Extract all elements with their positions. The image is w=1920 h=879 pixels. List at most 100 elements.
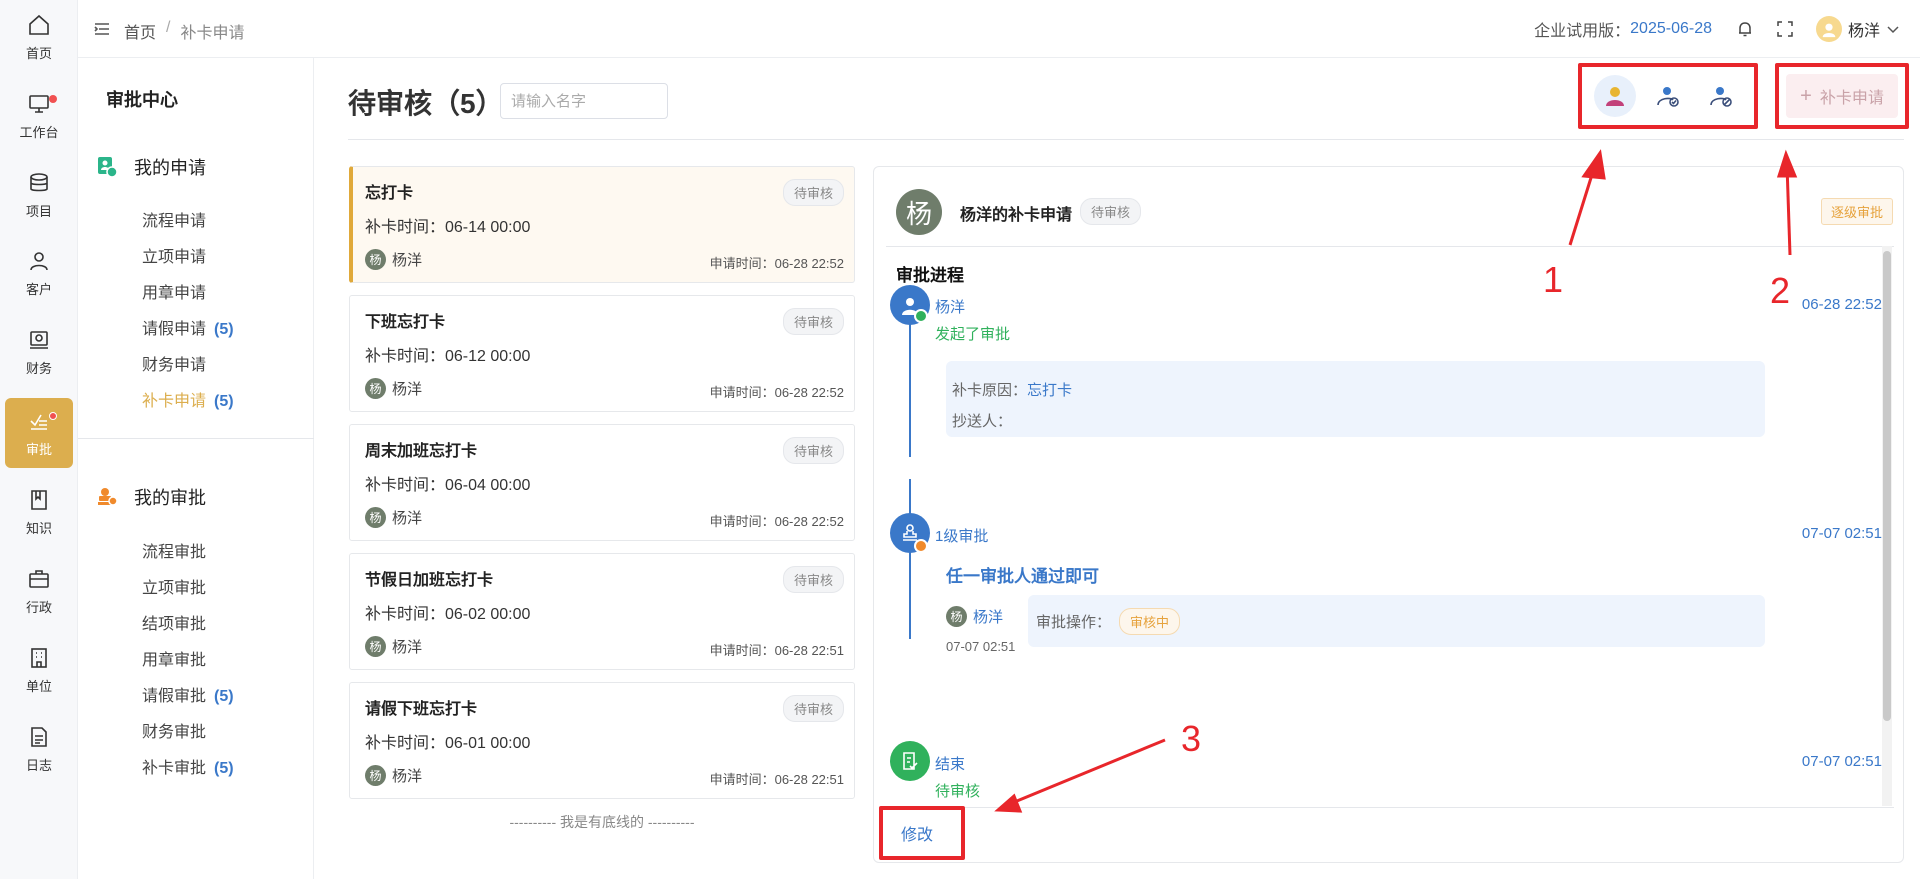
nav-makeup-approval[interactable]: 补卡审批 (5) xyxy=(142,754,234,778)
approval-mode-tag: 逐级审批 xyxy=(1820,198,1893,225)
rail-item-project[interactable]: 项目 xyxy=(5,160,73,230)
progress-title: 审批进程 xyxy=(896,266,964,285)
finance-icon xyxy=(30,330,48,349)
breadcrumb: 首页 / 补卡申请 xyxy=(124,19,244,43)
rail-label: 日志 xyxy=(25,757,52,773)
status-badge: 待审核 xyxy=(782,566,844,593)
end-time: 07-07 02:51 xyxy=(1801,753,1882,770)
nav-finance-application[interactable]: 财务申请 xyxy=(142,351,206,375)
user-icon xyxy=(30,251,48,270)
nav-closing-approval[interactable]: 结项审批 xyxy=(142,610,206,634)
nav-label: 财务审批 xyxy=(142,724,207,741)
breadcrumb-home[interactable]: 首页 xyxy=(124,19,156,43)
nav-project-application[interactable]: 立项申请 xyxy=(142,243,206,267)
cc-label: 抄送人： xyxy=(952,413,1013,430)
nav-finance-approval[interactable]: 财务审批 xyxy=(142,718,206,742)
status-badge: 待审核 xyxy=(1080,198,1142,225)
nav-label: 请假申请 xyxy=(142,321,207,338)
briefcase-icon xyxy=(29,569,49,588)
nav-label: 用章审批 xyxy=(142,652,207,669)
application-icon xyxy=(98,157,118,178)
nav-project-approval[interactable]: 立项审批 xyxy=(142,574,206,598)
nav-leave-application[interactable]: 请假申请 (5) xyxy=(142,315,234,339)
status-badge: 待审核 xyxy=(782,695,844,722)
item-user: 杨杨洋 xyxy=(365,765,422,786)
nav-flow-approval[interactable]: 流程审批 xyxy=(142,538,206,562)
nav-divider xyxy=(78,438,314,439)
operation-status-badge: 审核中 xyxy=(1119,607,1181,635)
user-name: 杨洋 xyxy=(392,252,423,269)
item-title: 下班忘打卡 xyxy=(365,314,446,331)
nav-makeup-application[interactable]: 补卡申请 (5) xyxy=(142,387,234,411)
apply-time: 申请时间：06-28 22:52 xyxy=(709,256,844,271)
rail-item-admin[interactable]: 行政 xyxy=(5,556,73,626)
nav-label: 流程申请 xyxy=(142,213,207,230)
list-item[interactable]: 周末加班忘打卡 待审核 补卡时间：06-04 00:00 杨杨洋 申请时间：06… xyxy=(349,424,855,541)
rail-item-approval[interactable]: 审批 xyxy=(5,398,73,468)
nav-leave-approval[interactable]: 请假审批 (5) xyxy=(142,682,234,706)
search-input[interactable] xyxy=(500,83,668,119)
rail-item-log[interactable]: 日志 xyxy=(5,714,73,784)
role-switcher xyxy=(1578,63,1758,129)
user-name: 杨洋 xyxy=(392,510,423,527)
approval-rule: 任一审批人通过即可 xyxy=(946,567,1099,586)
edit-highlight: 修改 xyxy=(879,806,965,860)
user-name[interactable]: 杨洋 xyxy=(1848,17,1880,41)
nav-seal-application[interactable]: 用章申请 xyxy=(142,279,206,303)
user-check-icon xyxy=(1657,87,1679,107)
annotation-label-3: 3 xyxy=(1181,718,1202,759)
plus-icon: + xyxy=(1800,84,1812,107)
operation-label: 审批操作： xyxy=(1036,613,1112,631)
user-avatar[interactable] xyxy=(1815,16,1842,42)
group-my-approvals[interactable]: 我的审批 xyxy=(96,484,206,510)
rail-label: 项目 xyxy=(25,203,52,219)
rail-item-finance[interactable]: 财务 xyxy=(5,317,73,387)
nav-seal-approval[interactable]: 用章审批 xyxy=(142,646,206,670)
rail-item-customer[interactable]: 客户 xyxy=(5,238,73,308)
avatar: 杨 xyxy=(365,636,386,657)
user-block-icon xyxy=(1710,87,1733,107)
reason-label: 补卡原因： xyxy=(952,382,1028,399)
chevron-down-icon[interactable] xyxy=(1886,22,1900,36)
apply-time: 申请时间：06-28 22:51 xyxy=(709,643,844,658)
add-button-label: 补卡申请 xyxy=(1819,90,1884,107)
fullscreen-icon[interactable] xyxy=(1776,20,1794,38)
database-icon xyxy=(30,172,48,191)
group-my-applications[interactable]: 我的申请 xyxy=(96,154,206,180)
nav-flow-application[interactable]: 流程申请 xyxy=(142,207,206,231)
breadcrumb-current: 补卡申请 xyxy=(180,25,245,42)
start-time: 06-28 22:52 xyxy=(1801,296,1882,313)
list-item[interactable]: 忘打卡 待审核 补卡时间：06-14 00:00 杨杨洋 申请时间：06-28 … xyxy=(349,166,855,283)
status-badge: 待审核 xyxy=(782,179,844,206)
trial-label: 企业试用版： xyxy=(1534,23,1631,40)
menu-fold-icon[interactable] xyxy=(94,22,110,36)
list-item[interactable]: 节假日加班忘打卡 待审核 补卡时间：06-02 00:00 杨杨洋 申请时间：0… xyxy=(349,553,855,670)
scrollbar-thumb[interactable] xyxy=(1883,251,1891,721)
status-badge: 待审核 xyxy=(782,437,844,464)
nav-count: (5) xyxy=(214,760,234,777)
detail-title: 杨洋的补卡申请 xyxy=(960,207,1073,224)
user-pending-icon xyxy=(1605,87,1624,106)
nav-label: 立项申请 xyxy=(142,249,207,266)
start-name: 杨洋 xyxy=(935,299,966,316)
add-makeup-button[interactable]: + 补卡申请 xyxy=(1786,74,1898,118)
rail-item-home[interactable]: 首页 xyxy=(5,2,73,72)
rail-item-knowledge[interactable]: 知识 xyxy=(5,477,73,547)
nav-title: 审批中心 xyxy=(106,90,178,110)
list-item[interactable]: 下班忘打卡 待审核 补卡时间：06-12 00:00 杨杨洋 申请时间：06-2… xyxy=(349,295,855,412)
rail-label: 审批 xyxy=(25,441,52,457)
rail-item-unit[interactable]: 单位 xyxy=(5,635,73,705)
bell-icon[interactable] xyxy=(1736,20,1754,38)
item-title: 忘打卡 xyxy=(365,185,414,202)
rail-item-workbench[interactable]: 工作台 xyxy=(5,81,73,151)
nav-label: 流程审批 xyxy=(142,544,207,561)
list-end-text: ---------- 我是有底线的 ---------- xyxy=(509,814,695,830)
nav-count: (5) xyxy=(214,688,234,705)
book-icon xyxy=(31,489,47,510)
role-pending-button[interactable] xyxy=(1593,75,1636,117)
role-rejected-button[interactable] xyxy=(1700,75,1742,117)
list-item[interactable]: 请假下班忘打卡 待审核 补卡时间：06-01 00:00 杨杨洋 申请时间：06… xyxy=(349,682,855,799)
avatar: 杨 xyxy=(365,765,386,786)
role-approved-button[interactable] xyxy=(1647,75,1689,117)
edit-link[interactable]: 修改 xyxy=(901,821,933,845)
